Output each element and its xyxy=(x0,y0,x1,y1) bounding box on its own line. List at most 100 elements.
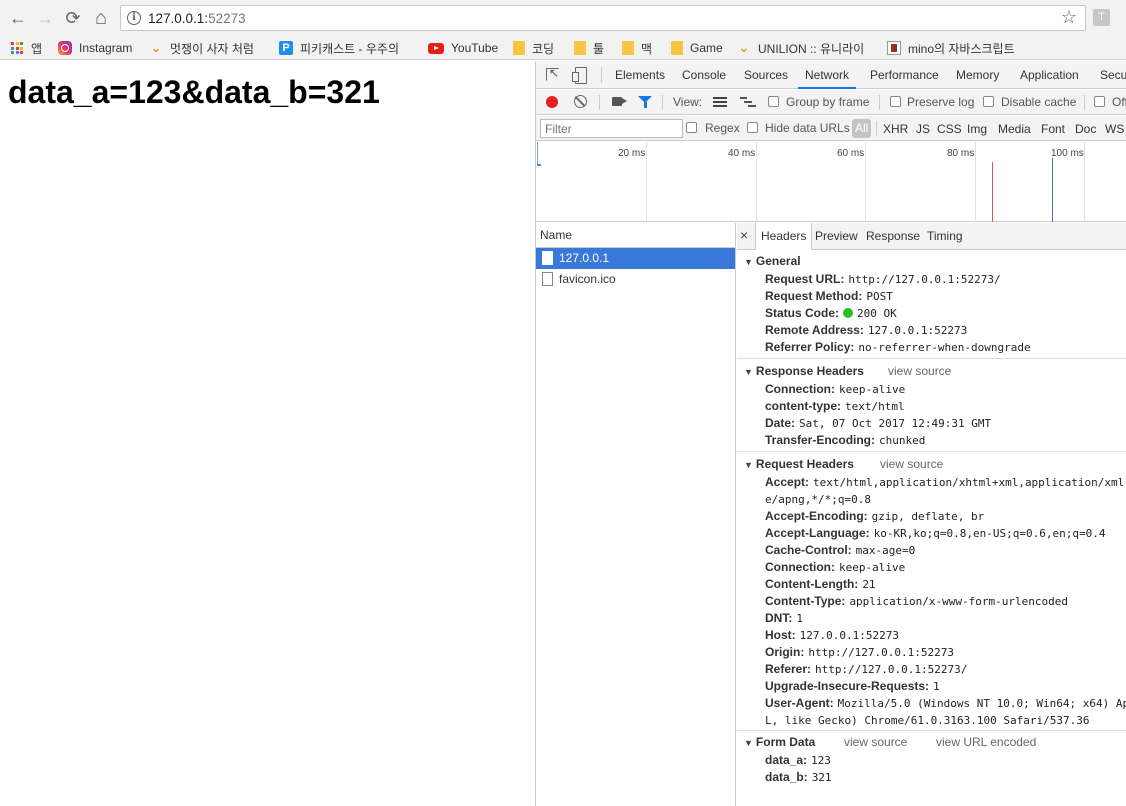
tab-preview[interactable]: Preview xyxy=(815,223,858,249)
bookmark-folder-coding[interactable]: 코딩 xyxy=(513,39,554,57)
offline-checkbox[interactable] xyxy=(1094,96,1105,107)
header-name: Cache-Control: xyxy=(765,543,852,557)
tab-sources[interactable]: Sources xyxy=(744,61,788,89)
name-column-header[interactable]: Name xyxy=(536,223,735,248)
overview-icon[interactable] xyxy=(740,97,756,108)
header-row: Remote Address: 127.0.0.1:52273 xyxy=(765,322,967,339)
regex-checkbox[interactable] xyxy=(686,122,697,133)
address-bar[interactable]: i 127.0.0.1:52273 ☆ xyxy=(120,5,1086,31)
url-text: 127.0.0.1:52273 xyxy=(148,11,246,26)
forward-arrow-icon[interactable]: → xyxy=(35,8,55,28)
type-filter-doc[interactable]: Doc xyxy=(1075,122,1096,136)
pikicast-icon: P xyxy=(279,41,293,55)
bookmark-instagram[interactable]: Instagram xyxy=(58,39,132,57)
bookmark-apps[interactable]: 앱 xyxy=(10,39,42,57)
view-source-link[interactable]: view source xyxy=(844,735,907,749)
type-filter-all[interactable]: All xyxy=(852,119,872,138)
header-name: Remote Address: xyxy=(765,323,864,337)
bookmark-youtube[interactable]: YouTube xyxy=(428,39,498,57)
inspect-element-icon[interactable] xyxy=(546,66,559,81)
tab-performance[interactable]: Performance xyxy=(870,61,939,89)
separator xyxy=(601,67,602,83)
bookmark-folder-game[interactable]: Game xyxy=(671,39,723,57)
view-url-encoded-link[interactable]: view URL encoded xyxy=(936,735,1036,749)
type-filter-font[interactable]: Font xyxy=(1041,122,1065,136)
back-arrow-icon[interactable]: ← xyxy=(8,8,28,28)
header-value: 127.0.0.1:52273 xyxy=(867,324,968,337)
header-name: Request Method: xyxy=(765,289,863,303)
disable-cache-checkbox[interactable] xyxy=(983,96,994,107)
type-filter-css[interactable]: CSS xyxy=(937,122,962,136)
form-field-value: 321 xyxy=(811,771,832,784)
view-source-link[interactable]: view source xyxy=(880,457,943,471)
hide-data-urls-checkbox[interactable] xyxy=(747,122,758,133)
capture-screenshots-icon[interactable] xyxy=(612,97,627,106)
request-headers-section-toggle[interactable]: ▼ Request Headers xyxy=(744,457,854,471)
view-source-link[interactable]: view source xyxy=(888,364,951,378)
header-row: DNT: 1 xyxy=(765,610,803,627)
profile-avatar[interactable]: T xyxy=(1093,9,1110,26)
view-label: View: xyxy=(673,95,703,109)
timeline-gridline xyxy=(646,142,647,222)
record-icon[interactable] xyxy=(546,96,558,108)
header-name: Accept-Encoding: xyxy=(765,509,868,523)
device-toolbar-icon[interactable] xyxy=(572,67,587,84)
bookmark-star-icon[interactable]: ☆ xyxy=(1061,7,1077,28)
reload-icon[interactable]: ⟳ xyxy=(63,8,83,28)
bookmark-unilion[interactable]: ⌄ UNILION :: 유니라이 xyxy=(737,39,865,57)
tab-application[interactable]: Application xyxy=(1020,61,1079,89)
general-section-toggle[interactable]: ▼ General xyxy=(744,254,801,268)
tab-response[interactable]: Response xyxy=(866,223,920,249)
header-value-continuation: e/apng,*/*;q=0.8 xyxy=(765,493,871,506)
bookmark-folder-mac[interactable]: 맥 xyxy=(622,39,652,57)
bookmark-label: 코딩 xyxy=(532,41,555,56)
tab-elements[interactable]: Elements xyxy=(615,61,665,89)
tab-timing[interactable]: Timing xyxy=(927,223,963,249)
section-title: Response Headers xyxy=(755,364,864,378)
type-filter-xhr[interactable]: XHR xyxy=(883,122,908,136)
header-value: keep-alive xyxy=(839,561,906,574)
bookmark-mino[interactable]: mino의 자바스크립트 xyxy=(887,39,1015,57)
close-icon[interactable]: × xyxy=(740,227,748,243)
header-value: text/html xyxy=(845,400,905,413)
type-filter-media[interactable]: Media xyxy=(998,122,1031,136)
form-data-section-toggle[interactable]: ▼ Form Data xyxy=(744,735,815,749)
section-divider xyxy=(737,730,1126,731)
timeline-gridline xyxy=(1084,142,1085,222)
tab-memory[interactable]: Memory xyxy=(956,61,999,89)
clear-icon[interactable] xyxy=(574,95,587,108)
large-rows-icon[interactable] xyxy=(713,97,727,107)
filter-icon[interactable] xyxy=(638,96,652,108)
request-row[interactable]: 127.0.0.1 xyxy=(536,248,735,269)
tab-console[interactable]: Console xyxy=(682,61,726,89)
header-value: http://127.0.0.1:52273 xyxy=(808,646,955,659)
header-row: Referrer Policy: no-referrer-when-downgra… xyxy=(765,339,1031,356)
bookmark-label: 앱 xyxy=(31,41,43,56)
network-toolbar: View: Group by frame Preserve log Disabl… xyxy=(536,90,1126,115)
bookmark-lion[interactable]: ⌄ 멋쟁이 사자 처럼 xyxy=(149,39,254,57)
response-headers-section-toggle[interactable]: ▼ Response Headers xyxy=(744,364,864,378)
info-icon[interactable]: i xyxy=(127,11,141,25)
group-by-frame-checkbox[interactable] xyxy=(768,96,779,107)
bookmark-pikicast[interactable]: P 피키캐스트 - 우주의 xyxy=(279,39,399,57)
url-host: 127.0.0.1: xyxy=(148,11,209,26)
devtools-tab-bar: Elements Console Sources Network Perform… xyxy=(536,61,1126,89)
header-row: Transfer-Encoding: chunked xyxy=(765,432,925,449)
form-field-name: data_b: xyxy=(765,770,808,784)
header-name: Status Code: xyxy=(765,306,840,320)
preserve-log-checkbox[interactable] xyxy=(890,96,901,107)
header-row: Status Code: 200 OK xyxy=(765,305,897,322)
tab-network[interactable]: Network xyxy=(798,61,857,89)
type-filter-img[interactable]: Img xyxy=(967,122,987,136)
header-row: Accept: text/html,application/xhtml+xml,a… xyxy=(765,474,1126,491)
bookmark-folder-tool[interactable]: 툴 xyxy=(574,39,604,57)
network-timeline-overview[interactable]: 20 ms 40 ms 60 ms 80 ms 100 ms xyxy=(536,142,1126,222)
tab-headers[interactable]: Headers xyxy=(755,223,813,250)
request-detail-pane: × Headers Preview Response Timing ▼ Gener… xyxy=(737,223,1126,806)
type-filter-js[interactable]: JS xyxy=(916,122,930,136)
filter-input[interactable] xyxy=(540,119,683,138)
tab-security[interactable]: Secu xyxy=(1100,61,1126,89)
type-filter-ws[interactable]: WS xyxy=(1105,122,1124,136)
home-icon[interactable]: ⌂ xyxy=(91,8,111,28)
request-row[interactable]: favicon.ico xyxy=(536,269,735,290)
